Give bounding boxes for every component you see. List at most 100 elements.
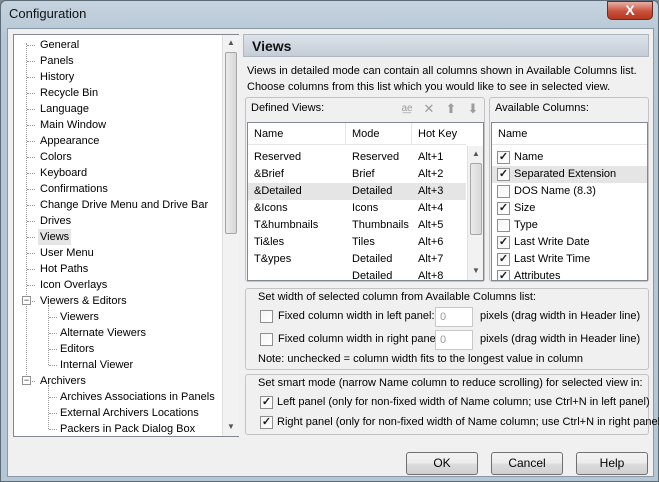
tree-item[interactable]: Icon Overlays [38,277,109,293]
tree-item[interactable]: Viewers & Editors [38,293,129,309]
view-row[interactable]: Ti&les Tiles Alt+6 [248,234,466,251]
tree-item[interactable]: External Archivers Locations [58,405,201,421]
tree-connector-line [27,141,35,142]
tree-item[interactable]: Keyboard [38,165,89,181]
fixed-width-right-label: Fixed column width in right panel: [278,333,442,345]
tree-item[interactable]: User Menu [38,245,96,261]
tree-item[interactable]: Alternate Viewers [58,325,148,341]
column-checkbox[interactable]: ✓ [497,168,510,181]
column-label: Attributes [514,270,561,281]
scroll-down-arrow[interactable]: ▼ [223,419,239,435]
views-scrollbar[interactable]: ▲ ▼ [467,146,483,280]
available-columns-list[interactable]: Name ✓ Name ✓ Separated Extension DOS Name (… [491,122,648,281]
scroll-up-arrow[interactable]: ▲ [468,146,483,162]
tree-item[interactable]: Language [38,101,91,117]
column-header-name[interactable]: Name [248,123,346,145]
scroll-down-arrow[interactable]: ▼ [468,263,483,279]
settings-tree[interactable]: General Panels History Recycle Bin Language M… [13,34,239,437]
view-row[interactable]: Detailed Alt+8 [248,268,466,280]
tree-item[interactable]: Panels [38,53,76,69]
page-header: Views [243,34,649,57]
ok-button[interactable]: OK [406,452,478,475]
column-checkbox[interactable]: ✓ [497,253,510,266]
tree-item[interactable]: Packers in Pack Dialog Box [58,421,197,437]
column-header-hotkey[interactable]: Hot Key [412,123,466,145]
smart-mode-group-title: Set smart mode (narrow Name column to re… [258,377,643,389]
collapse-icon[interactable]: − [22,296,31,305]
available-column-item[interactable]: DOS Name (8.3) [492,183,647,200]
tree-item[interactable]: Recycle Bin [38,85,100,101]
collapse-icon[interactable]: − [22,376,31,385]
tree-item[interactable]: General [38,37,81,53]
available-column-item[interactable]: Type [492,217,647,234]
move-down-icon[interactable]: ⬇ [465,101,481,117]
tree-connector-line [27,269,35,270]
fixed-width-left-label: Fixed column width in left panel: [278,310,435,322]
tree-item[interactable]: Archives Associations in Panels [58,389,217,405]
scroll-thumb[interactable] [470,163,482,235]
cancel-button[interactable]: Cancel [491,452,563,475]
title-bar[interactable]: Configuration X [1,1,659,27]
configuration-window: Configuration X General Panels History Recy… [0,0,659,482]
tree-item[interactable]: Hot Paths [38,261,90,277]
defined-views-list[interactable]: Name Mode Hot Key Reserved Reserved Alt+1 &… [247,122,484,281]
fixed-width-left-checkbox[interactable] [260,310,273,323]
tree-scrollbar[interactable]: ▲ ▼ [222,35,239,436]
tree-connector-line [49,349,57,350]
column-checkbox[interactable] [497,219,510,232]
column-checkbox[interactable]: ✓ [497,236,510,249]
tree-item[interactable]: Archivers [38,373,88,389]
tree-item[interactable]: Colors [38,149,74,165]
smart-left-panel-checkbox[interactable]: ✓ [260,396,273,409]
available-column-item[interactable]: ✓ Last Write Date [492,234,647,251]
tree-item[interactable]: Viewers [58,309,101,325]
tree-connector-line [27,45,35,46]
column-checkbox[interactable]: ✓ [497,202,510,215]
available-column-item[interactable]: ✓ Attributes [492,268,647,281]
tree-item[interactable]: Views [38,229,72,245]
move-up-icon[interactable]: ⬆ [443,101,459,117]
available-column-item[interactable]: ✓ Name [492,149,647,166]
tree-item[interactable]: Change Drive Menu and Drive Bar [38,197,210,213]
view-cell-hotkey: Alt+4 [418,202,444,214]
view-row[interactable]: T&humbnails Thumbnails Alt+5 [248,217,466,234]
list-header: Name Mode Hot Key [248,123,466,145]
close-button[interactable]: X [607,1,653,20]
tree-item[interactable]: Confirmations [38,181,110,197]
help-button[interactable]: Help [576,452,648,475]
tree-item[interactable]: Internal Viewer [58,357,135,373]
smart-right-panel-checkbox[interactable]: ✓ [260,416,273,429]
scroll-up-arrow[interactable]: ▲ [223,35,239,51]
available-column-item[interactable]: ✓ Last Write Time [492,251,647,268]
column-checkbox[interactable]: ✓ [497,151,510,164]
view-cell-hotkey: Alt+2 [418,168,444,180]
rename-view-icon[interactable]: a͟e [399,101,415,117]
fixed-width-left-input[interactable]: 0 [435,307,473,327]
fixed-width-right-checkbox[interactable] [260,333,273,346]
tree-item[interactable]: Appearance [38,133,101,149]
view-cell-mode: Detailed [352,185,393,197]
tree-item[interactable]: Main Window [38,117,108,133]
column-header-mode[interactable]: Mode [346,123,412,145]
view-row[interactable]: T&ypes Detailed Alt+7 [248,251,466,268]
view-row[interactable]: &Brief Brief Alt+2 [248,166,466,183]
tree-item[interactable]: Editors [58,341,96,357]
delete-view-icon[interactable]: ✕ [421,101,437,117]
column-checkbox[interactable]: ✓ [497,270,510,280]
view-row[interactable]: &Detailed Detailed Alt+3 [248,183,466,200]
tree-connector-line [27,157,35,158]
view-row[interactable]: &Icons Icons Alt+4 [248,200,466,217]
tree-item[interactable]: Drives [38,213,73,229]
dialog-client: General Panels History Recycle Bin Language M… [7,28,659,477]
page-description: Views in detailed mode can contain all c… [247,65,637,93]
scroll-thumb[interactable] [225,52,237,234]
available-column-item[interactable]: ✓ Size [492,200,647,217]
column-label: Type [514,219,538,231]
fixed-width-right-input[interactable]: 0 [435,330,473,350]
view-row[interactable]: Reserved Reserved Alt+1 [248,149,466,166]
column-checkbox[interactable] [497,185,510,198]
available-column-item[interactable]: ✓ Separated Extension [492,166,647,183]
tree-item[interactable]: History [38,69,76,85]
view-cell-hotkey: Alt+3 [418,185,444,197]
column-header-name[interactable]: Name [492,123,647,145]
